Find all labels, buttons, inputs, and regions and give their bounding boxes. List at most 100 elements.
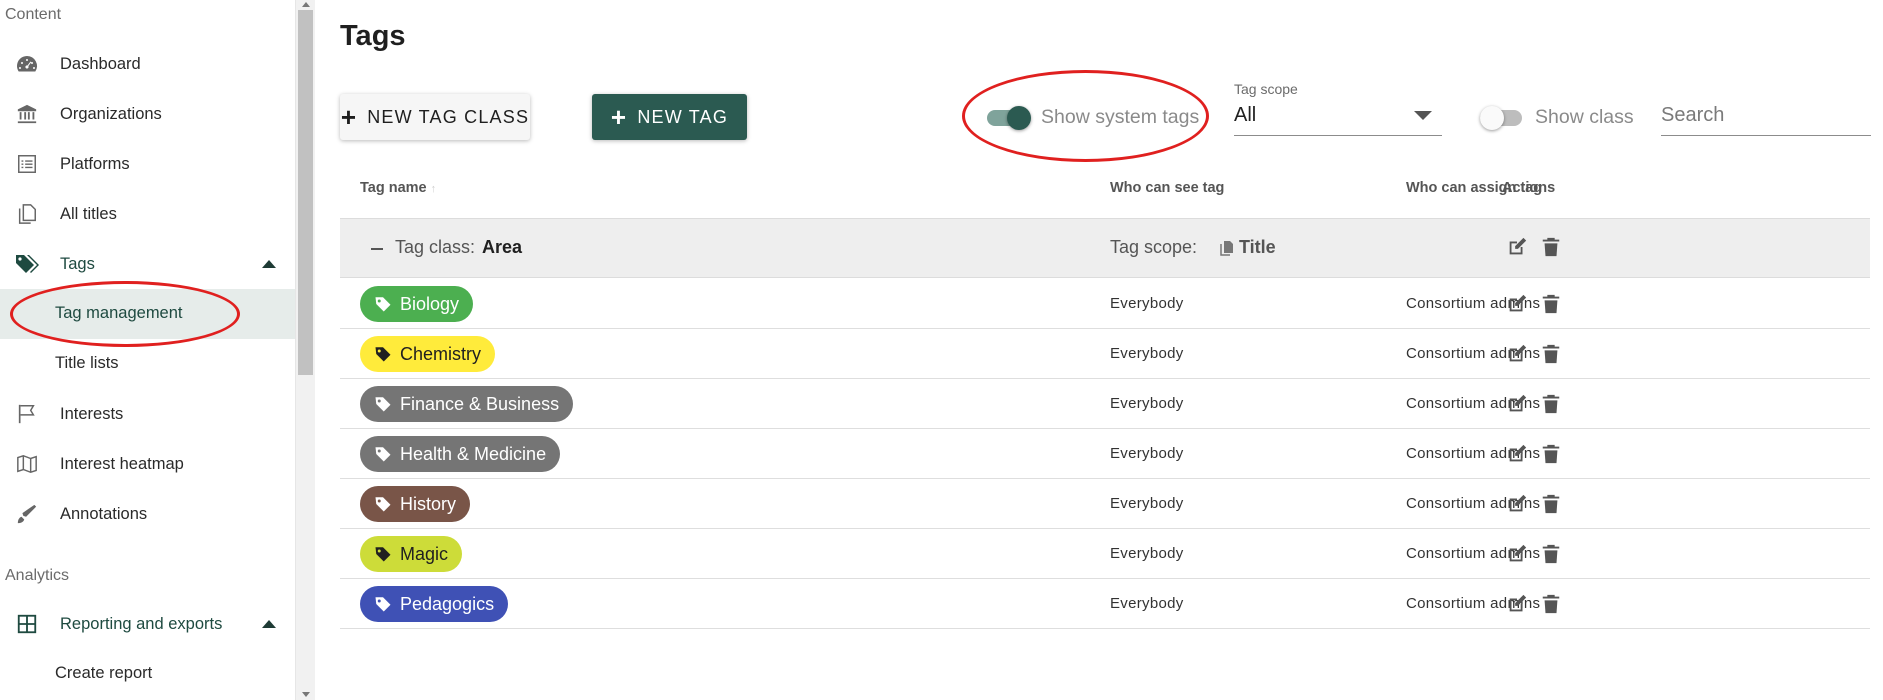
section-label-analytics: Analytics bbox=[5, 567, 70, 584]
collapse-icon[interactable] bbox=[371, 248, 383, 250]
dashboard-icon bbox=[14, 51, 40, 77]
who-can-see-cell: Everybody bbox=[1110, 395, 1184, 412]
sidebar-item-label: Tag management bbox=[55, 304, 183, 322]
tag-name: Health & Medicine bbox=[400, 443, 547, 464]
tag-chip[interactable]: Health & Medicine bbox=[360, 436, 561, 472]
row-actions bbox=[1503, 233, 1563, 263]
delete-icon[interactable] bbox=[1537, 340, 1565, 368]
sidebar-item-tags[interactable]: Tags bbox=[0, 239, 295, 289]
copy-icon bbox=[1220, 241, 1233, 256]
delete-icon[interactable] bbox=[1537, 440, 1565, 468]
tag-icon bbox=[375, 297, 391, 312]
tag-chip[interactable]: Biology bbox=[360, 286, 474, 322]
sidebar-item-tag-management[interactable]: Tag management bbox=[0, 289, 295, 339]
toggle-knob bbox=[1480, 106, 1504, 130]
sidebar: Content Dashboard Organizations Platform… bbox=[0, 0, 295, 700]
chevron-up-icon bbox=[262, 620, 276, 628]
scroll-down-arrow-icon[interactable] bbox=[302, 692, 310, 697]
sidebar-item-label: All titles bbox=[60, 204, 117, 223]
delete-icon[interactable] bbox=[1537, 540, 1565, 568]
scrollbar-thumb[interactable] bbox=[298, 10, 313, 375]
search-input[interactable] bbox=[1661, 96, 1871, 136]
edit-icon[interactable] bbox=[1503, 340, 1531, 368]
sidebar-item-label: Dashboard bbox=[60, 54, 141, 73]
sidebar-item-label: Interests bbox=[60, 404, 124, 423]
show-class-toggle[interactable]: Show class bbox=[1480, 102, 1640, 132]
row-actions bbox=[1503, 440, 1563, 470]
tag-chip[interactable]: Finance & Business bbox=[360, 386, 574, 422]
delete-icon[interactable] bbox=[1537, 490, 1565, 518]
sidebar-item-all-titles[interactable]: All titles bbox=[0, 189, 295, 239]
scroll-up-arrow-icon[interactable] bbox=[302, 2, 310, 7]
sidebar-scrollbar[interactable] bbox=[295, 0, 315, 700]
row-actions bbox=[1503, 590, 1563, 620]
section-label-content: Content bbox=[5, 6, 62, 23]
new-tag-button[interactable]: + NEW TAG bbox=[592, 94, 747, 140]
flag-icon bbox=[14, 401, 40, 427]
tag-chip[interactable]: Pedagogics bbox=[360, 586, 509, 622]
tag-scope-label: Tag scope: bbox=[1110, 237, 1198, 257]
edit-icon[interactable] bbox=[1503, 290, 1531, 318]
delete-icon[interactable] bbox=[1537, 233, 1565, 261]
table-row: Health & Medicine Everybody Consortium adm… bbox=[340, 429, 1870, 479]
edit-icon[interactable] bbox=[1503, 233, 1531, 261]
sidebar-item-create-report[interactable]: Create report bbox=[0, 649, 295, 699]
tag-chip[interactable]: Chemistry bbox=[360, 336, 496, 372]
table-row: Biology Everybody Consortium admins bbox=[340, 279, 1870, 329]
grid-icon bbox=[14, 611, 40, 637]
edit-icon[interactable] bbox=[1503, 490, 1531, 518]
edit-icon[interactable] bbox=[1503, 440, 1531, 468]
tag-name: Biology bbox=[400, 293, 460, 314]
row-actions bbox=[1503, 540, 1563, 570]
tag-scope-value: Title bbox=[1239, 237, 1276, 257]
tag-chip[interactable]: Magic bbox=[360, 536, 463, 572]
row-actions bbox=[1503, 290, 1563, 320]
who-can-see-cell: Everybody bbox=[1110, 545, 1184, 562]
tag-icon bbox=[375, 397, 391, 412]
tag-name: History bbox=[400, 493, 457, 514]
sidebar-item-label: Create report bbox=[55, 664, 153, 682]
sidebar-item-dashboard[interactable]: Dashboard bbox=[0, 39, 295, 89]
pen-icon bbox=[14, 501, 40, 527]
sort-arrow-icon[interactable]: ↑ bbox=[431, 183, 437, 195]
delete-icon[interactable] bbox=[1537, 390, 1565, 418]
column-header-tag-name[interactable]: Tag name ↑ bbox=[360, 180, 436, 196]
toggle-label: Show class bbox=[1535, 106, 1634, 128]
edit-icon[interactable] bbox=[1503, 540, 1531, 568]
plus-icon: + bbox=[340, 102, 358, 132]
new-tag-class-button[interactable]: + NEW TAG CLASS bbox=[340, 94, 530, 140]
sidebar-item-label: Platforms bbox=[60, 154, 130, 173]
sidebar-item-label: Tags bbox=[60, 254, 95, 273]
row-actions bbox=[1503, 340, 1563, 370]
toggle-label: Show system tags bbox=[1041, 106, 1200, 128]
show-system-tags-toggle[interactable]: Show system tags bbox=[987, 102, 1227, 132]
column-header-who-can-see: Who can see tag bbox=[1110, 180, 1225, 196]
who-can-see-cell: Everybody bbox=[1110, 295, 1184, 312]
who-can-see-cell: Everybody bbox=[1110, 445, 1184, 462]
delete-icon[interactable] bbox=[1537, 290, 1565, 318]
sidebar-item-platforms[interactable]: Platforms bbox=[0, 139, 295, 189]
tag-icon bbox=[375, 497, 391, 512]
tags-icon bbox=[14, 251, 40, 277]
who-can-see-cell: Everybody bbox=[1110, 495, 1184, 512]
sidebar-item-reporting-and-exports[interactable]: Reporting and exports bbox=[0, 599, 295, 649]
chevron-up-icon bbox=[262, 260, 276, 268]
main-content: Tags + NEW TAG CLASS + NEW TAG Show syst… bbox=[315, 0, 1883, 700]
tag-name: Finance & Business bbox=[400, 393, 560, 414]
sidebar-item-annotations[interactable]: Annotations bbox=[0, 489, 295, 539]
sidebar-item-interest-heatmap[interactable]: Interest heatmap bbox=[0, 439, 295, 489]
tag-class-label: Tag class: bbox=[395, 237, 476, 257]
tag-class-row[interactable]: Tag class: Area Tag scope: Title bbox=[340, 218, 1870, 278]
sidebar-item-interests[interactable]: Interests bbox=[0, 389, 295, 439]
tag-icon bbox=[375, 347, 391, 362]
delete-icon[interactable] bbox=[1537, 590, 1565, 618]
tag-chip[interactable]: History bbox=[360, 486, 471, 522]
toggle-knob bbox=[1007, 106, 1031, 130]
tag-scope-select[interactable]: Tag scope All bbox=[1234, 80, 1442, 136]
sidebar-item-organizations[interactable]: Organizations bbox=[0, 89, 295, 139]
edit-icon[interactable] bbox=[1503, 590, 1531, 618]
tag-icon bbox=[375, 547, 391, 562]
edit-icon[interactable] bbox=[1503, 390, 1531, 418]
sidebar-item-title-lists[interactable]: Title lists bbox=[0, 339, 295, 389]
table-row: Pedagogics Everybody Consortium admins bbox=[340, 579, 1870, 629]
